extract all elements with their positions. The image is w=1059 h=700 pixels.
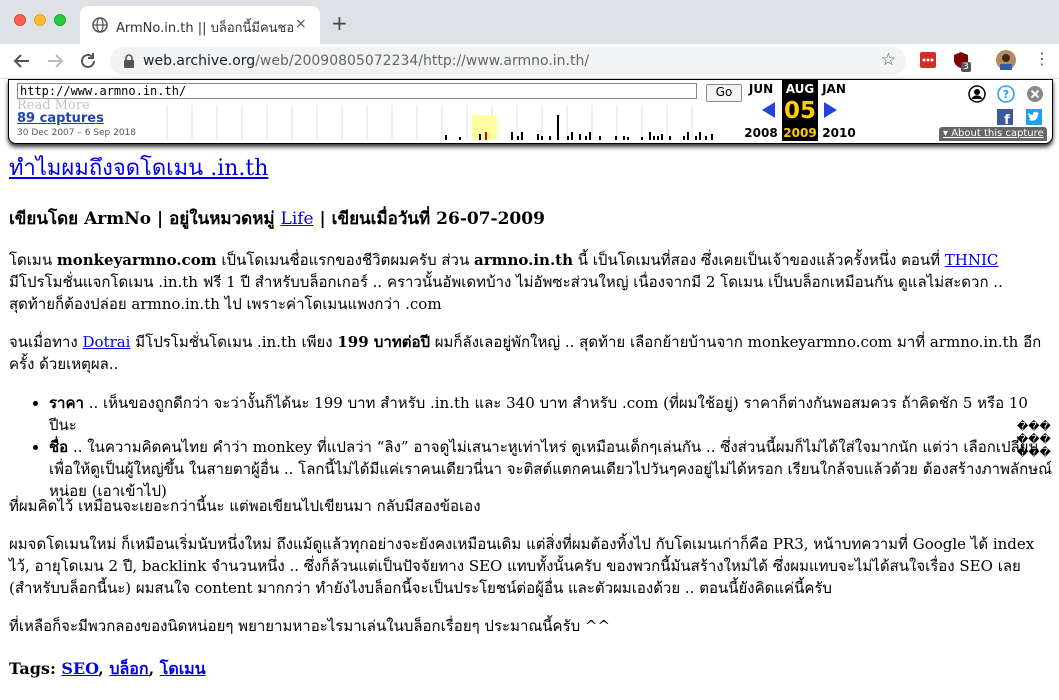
p1-bold-domain: monkeyarmno.com [56, 251, 217, 269]
profile-avatar[interactable] [996, 50, 1016, 70]
url-text: web.archive.org/web/20090805072234/http:… [143, 53, 589, 69]
address-bar[interactable]: web.archive.org/web/20090805072234/http:… [110, 47, 906, 75]
reasons-list: ราคา .. เห็นของถูกดีกว่า จะว่างั้นก็ได้น… [9, 392, 1053, 502]
category-link[interactable]: Life [281, 209, 314, 229]
tag-link-blog[interactable]: บล็อก [109, 659, 148, 678]
paragraph-2: จนเมื่อทาง Dotrai มีโปรโมชั่นโดเมน .in.t… [9, 331, 1053, 375]
wayback-url-input[interactable]: http://www.armno.in.th/ [17, 83, 697, 99]
browser-menu-icon[interactable]: ⋮ [1034, 49, 1050, 68]
prev-month-link[interactable]: JUN [741, 82, 781, 96]
paragraph-3: ที่ผมคิดไว้ เหมือนจะเยอะกว่านี้นะ แต่พอเ… [9, 497, 481, 515]
browser-toolbar: web.archive.org/web/20090805072234/http:… [0, 44, 1059, 79]
prev-year-link[interactable]: 2008 [741, 126, 781, 140]
captures-link[interactable]: 89 captures [17, 111, 104, 126]
dotrai-link[interactable]: Dotrai [82, 333, 130, 351]
paragraph-4: ผมจดโดเมนใหม่ ก็เหมือนเริ่มนับหนึ่งใหม่ … [9, 535, 1035, 597]
facebook-icon[interactable]: f [997, 109, 1013, 125]
globe-icon [92, 17, 108, 33]
tab-bar: ArmNo.in.th || บล็อกนี้มีคนชอบดู × + [0, 0, 1059, 44]
prev-capture-arrow-icon[interactable] [762, 102, 775, 118]
p2-bold-price: 199 บาทต่อปี [337, 333, 430, 351]
help-icon[interactable]: ? [997, 85, 1015, 103]
p1-bold-domain-2: armno.in.th [473, 251, 574, 269]
post-title-link[interactable]: ทำไมผมถึงจดโดเมน .in.th [9, 158, 268, 180]
thnic-link[interactable]: THNIC [945, 251, 999, 269]
bookmark-star-icon[interactable]: ☆ [881, 50, 896, 70]
current-day: 05 [783, 98, 816, 124]
list-item: ชื่อ .. ในความคิดคนไทย คำว่า monkey ที่แ… [49, 436, 1053, 502]
p1-text-e: นี้ เป็นโดเมนที่สอง ซึ่งเคยเป็นเจ้าของแล… [573, 251, 945, 269]
next-capture-arrow-icon[interactable] [824, 102, 837, 118]
close-icon[interactable] [1026, 85, 1044, 103]
svg-text:?: ? [1003, 88, 1009, 101]
close-window-button[interactable] [14, 14, 26, 26]
browser-tab[interactable]: ArmNo.in.th || บล็อกนี้มีคนชอบดู × [80, 6, 320, 44]
reason-text: .. ในความคิดคนไทย คำว่า monkey ที่แปลว่า… [49, 438, 1053, 500]
forward-arrow-icon[interactable] [46, 52, 64, 70]
capture-range: 30 Dec 2007 – 6 Sep 2018 [17, 128, 137, 138]
tag-link-seo[interactable]: SEO [61, 659, 98, 678]
reload-icon[interactable] [79, 52, 97, 70]
byline-suffix: | เขียนเมื่อวันที่ 26-07-2009 [313, 209, 545, 229]
p2-text-b: มีโปรโมชั่นโดเมน .in.th เพียง [130, 333, 338, 351]
paragraph-5: ที่เหลือก็จะมีพวกลองของนิดหน่อยๆ พยายามห… [9, 617, 611, 635]
sparkline-year-dividers [166, 105, 693, 140]
minimize-window-button[interactable] [34, 14, 46, 26]
lock-icon [124, 54, 134, 68]
capture-sparkline[interactable] [139, 105, 714, 140]
extension-lastpass-icon[interactable] [920, 52, 936, 68]
svg-text:f: f [1004, 113, 1010, 125]
wayback-go-button[interactable]: Go [706, 84, 742, 102]
tab-close-icon[interactable]: × [295, 16, 307, 32]
post-tags: Tags: SEO, บล็อก, โดเมน [9, 659, 206, 678]
list-item: ราคา .. เห็นของถูกดีกว่า จะว่างั้นก็ได้น… [49, 392, 1053, 436]
back-arrow-icon[interactable] [13, 52, 31, 70]
new-tab-button[interactable]: + [331, 11, 348, 35]
post-byline: เขียนโดย ArmNo | อยู่ในหมวดหมู่ Life | เ… [9, 208, 545, 230]
current-year: 2009 [783, 126, 817, 140]
p1-text-c: เป็นโดเมนชื่อแรกของชีวิตผมครับ ส่วน [216, 251, 474, 269]
about-capture-button[interactable]: ▾ About this capture [939, 127, 1047, 141]
tags-label: Tags: [9, 659, 62, 678]
reason-label: ราคา [49, 394, 84, 412]
byline-prefix: เขียนโดย ArmNo | อยู่ในหมวดหมู่ [9, 209, 281, 229]
reason-label: ชื่อ [49, 438, 69, 456]
url-domain: web.archive.org [143, 53, 256, 69]
current-year-highlight [472, 115, 497, 140]
p1-text-f: มีโปรโมชั่นแจกโดเมน .in.th ฟรี 1 ปี สำหร… [9, 273, 1003, 313]
about-capture-label: About this capture [951, 128, 1044, 139]
reason-text: .. เห็นของถูกดีกว่า จะว่างั้นก็ได้นะ 199… [49, 394, 1028, 434]
tag-link-domain[interactable]: โดเมน [160, 659, 206, 678]
next-month-link[interactable]: JAN [814, 82, 854, 96]
tab-title: ArmNo.in.th || บล็อกนี้มีคนชอบดู [116, 21, 294, 36]
maximize-window-button[interactable] [54, 14, 66, 26]
p2-text-a: จนเมื่อทาง [9, 333, 83, 351]
wayback-toolbar: Read More http://www.armno.in.th/ Go 89 … [8, 79, 1053, 144]
paragraph-1: โดเมน monkeyarmno.com เป็นโดเมนชื่อแรกขอ… [9, 249, 1004, 315]
p1-text-a: โดเมน [9, 251, 57, 269]
next-year-link[interactable]: 2010 [819, 126, 859, 140]
extension-badge: 3 [961, 62, 971, 72]
twitter-icon[interactable] [1026, 109, 1042, 125]
current-capture-marker [485, 132, 487, 140]
url-path: /web/20090805072234/http://www.armno.in.… [255, 53, 590, 69]
user-icon[interactable] [968, 85, 986, 103]
